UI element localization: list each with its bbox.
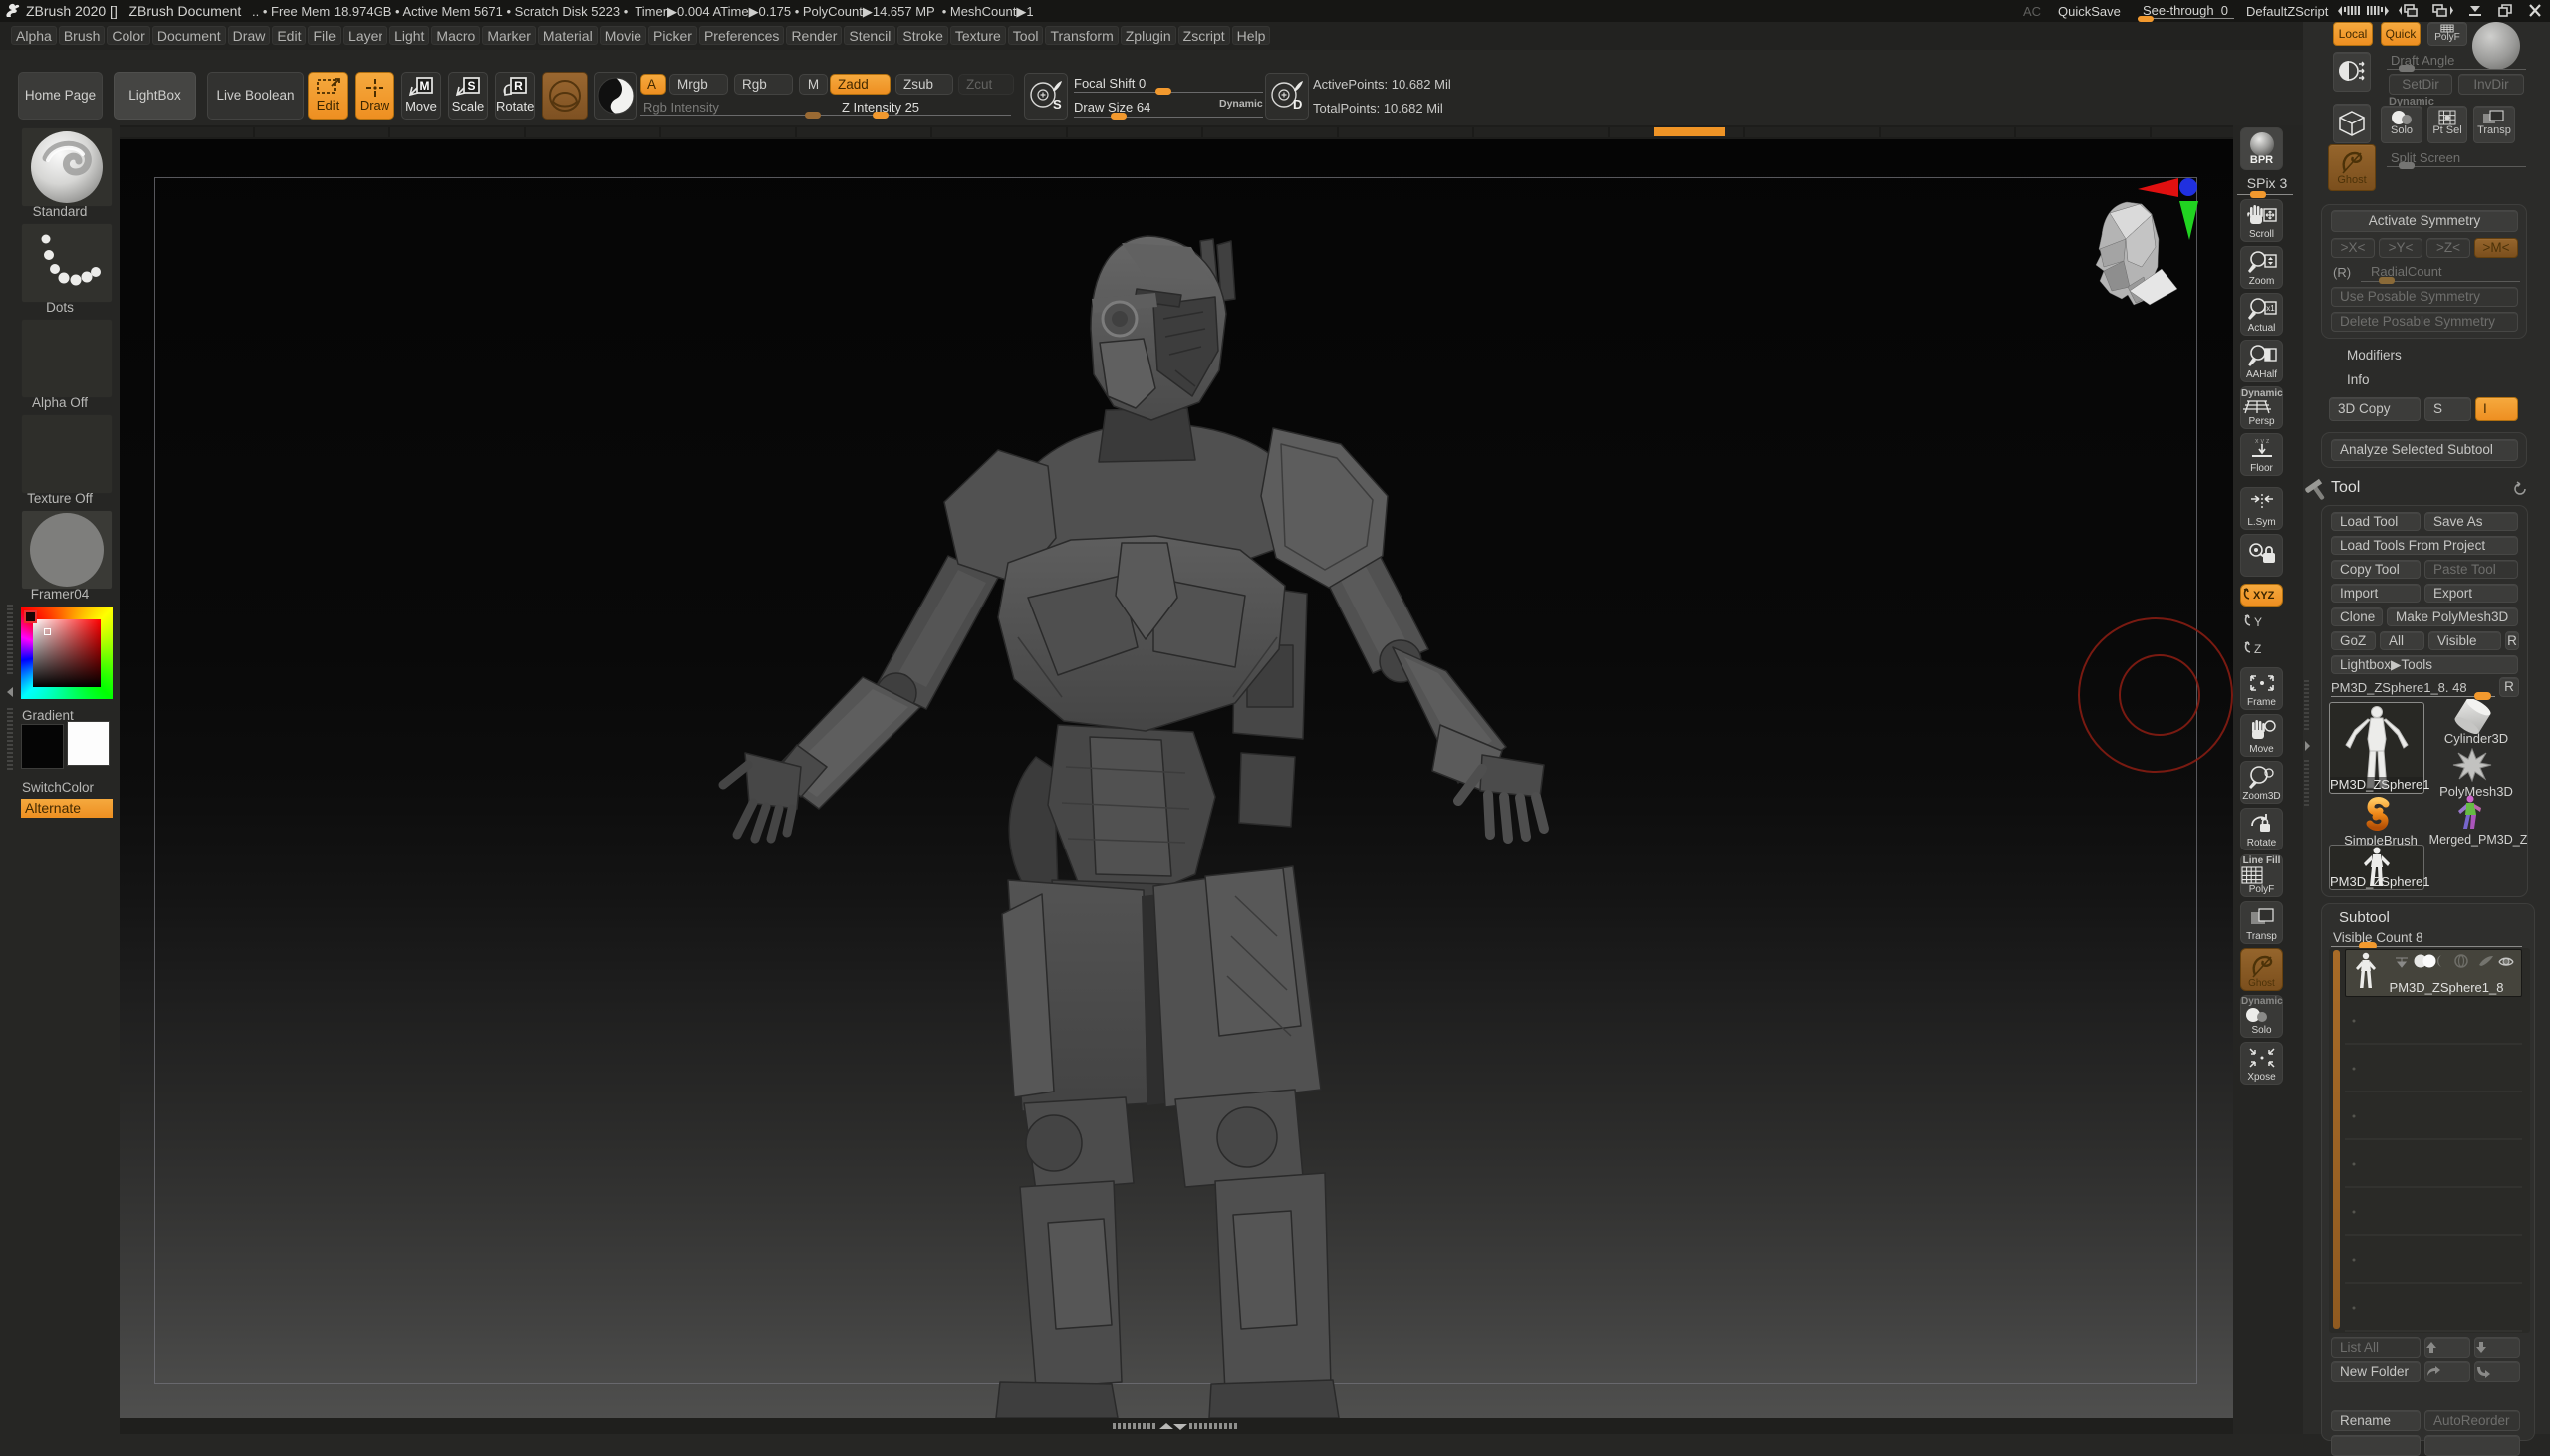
svg-text:Y: Y xyxy=(2254,615,2262,629)
svg-text:M: M xyxy=(420,79,430,93)
svg-text:S: S xyxy=(1053,97,1062,112)
svg-text:x1: x1 xyxy=(2266,304,2275,313)
svg-text:x y z: x y z xyxy=(2255,438,2270,445)
svg-text:S: S xyxy=(467,79,475,93)
svg-text:D: D xyxy=(1293,97,1302,112)
svg-text:XYZ: XYZ xyxy=(2253,590,2275,602)
svg-text:Z: Z xyxy=(2254,642,2261,656)
svg-text:R: R xyxy=(514,79,523,93)
